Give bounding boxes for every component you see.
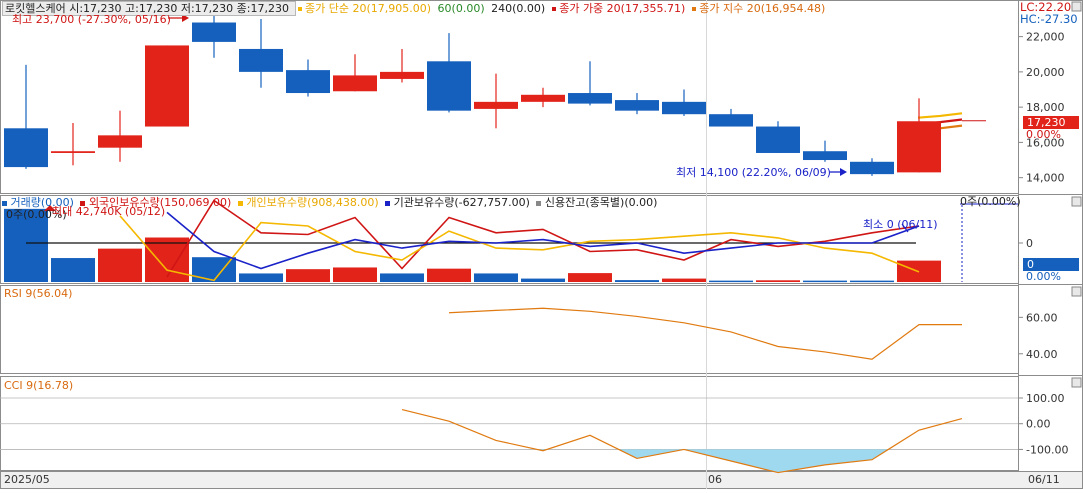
candle-body [286, 70, 330, 94]
volume-bar [662, 278, 706, 282]
hc-badge: HC:-27.30 [1020, 12, 1078, 26]
stock-chart-window: 22,000 20,000 18,000 16,000 14,000 0 60.00 40.0… [0, 0, 1083, 489]
volume-bar [380, 273, 424, 282]
volume-bar [474, 273, 518, 282]
volume-bar [756, 280, 800, 282]
cci-tick-label: 100.00 [1026, 392, 1065, 405]
cci-tick-label: -100.00 [1026, 443, 1068, 456]
candle-body [474, 101, 518, 109]
candle-body [897, 121, 941, 173]
institution-legend-icon [385, 200, 391, 206]
volume-bar [427, 268, 471, 282]
min-annotation: 최저 14,100 (22.20%, 06/09) [676, 166, 831, 179]
volume-bar [709, 280, 753, 283]
volume-bar [98, 248, 142, 282]
price-tick-label: 20,000 [1026, 66, 1065, 79]
rsi-panel[interactable] [0, 285, 1019, 374]
volume-bar [521, 278, 565, 282]
candle-body [850, 161, 894, 175]
vol-min-annotation: 최소 0 (06/11) [863, 218, 938, 231]
candle-body [756, 126, 800, 153]
max-annotation: 최고 23,700 (-27.30%, 05/16) [12, 13, 171, 26]
price-tick-label: 18,000 [1026, 101, 1065, 114]
individual-legend-icon [237, 200, 243, 206]
current-price-pct: 0.00% [1026, 128, 1061, 141]
credit-legend-icon [536, 200, 542, 206]
price-tick-label: 14,000 [1026, 172, 1065, 185]
volume-bar [333, 267, 377, 282]
ema-legend: 종가 지수 20(16,954.48) [699, 2, 826, 15]
cci-label: CCI 9(16.78) [4, 379, 74, 392]
vol-current-pct: 0.00% [1026, 270, 1061, 283]
vol-scroll-button[interactable] [1071, 196, 1082, 207]
candle-body [662, 101, 706, 115]
volume-bar [803, 280, 847, 283]
legend-individual: 개인보유수량(908,438.00) [246, 196, 379, 209]
wma-legend: 종가 가중 20(17,355.71) [559, 2, 686, 15]
legend-institution: 기관보유수량(-627,757.00) [393, 196, 530, 209]
candle-body [380, 71, 424, 79]
volume-bar [145, 237, 189, 282]
vol-max-annotation: 최대 42,740K (05/12) [52, 205, 166, 218]
candle-body [615, 100, 659, 111]
volume-bar [286, 269, 330, 282]
price-tick-label: 22,000 [1026, 31, 1065, 44]
volume-bar [850, 280, 894, 283]
rsi-tick-label: 40.00 [1026, 348, 1058, 361]
wma-legend-icon [551, 7, 556, 11]
candle-body [51, 151, 95, 153]
chart-canvas: 22,00020,00018,00016,00014,000060.0040.0… [0, 0, 1083, 489]
volume-legend-icon [2, 200, 7, 206]
sma-legend: 종가 단순 20(17,905.00) [305, 2, 432, 15]
candle-body [427, 61, 471, 111]
legend-credit: 신용잔고(종목별)(0.00) [544, 196, 658, 209]
candle-body [521, 94, 565, 102]
volume-bar [615, 280, 659, 282]
vol-right-label: 0주(0.00%) [960, 195, 1021, 208]
ema-legend-icon [691, 7, 696, 11]
cci-scroll-button[interactable] [1071, 377, 1082, 388]
candle-body [192, 22, 236, 42]
rsi-label: RSI 9(56.04) [4, 287, 73, 300]
candle-body [239, 48, 283, 72]
candle-body [4, 128, 48, 168]
date-left: 2025/05 [4, 473, 50, 486]
date-mid: 06 [708, 473, 722, 486]
date-axis [0, 471, 1083, 489]
candle-body [568, 93, 612, 104]
volume-bar [568, 273, 612, 282]
candle-body [333, 75, 377, 92]
vol-tick-label: 0 [1026, 237, 1033, 250]
volume-bar [51, 258, 95, 282]
volume-bar [239, 273, 283, 282]
date-right: 06/11 [1028, 473, 1060, 486]
rsi-scroll-button[interactable] [1071, 286, 1082, 297]
ma240-legend: 240(0.00) [491, 2, 546, 15]
price-scroll-button[interactable] [1071, 1, 1082, 12]
rsi-tick-label: 60.00 [1026, 311, 1058, 324]
candle-body [803, 151, 847, 161]
ma60-legend: 60(0.00) [437, 2, 485, 15]
sma-legend-icon [297, 7, 302, 11]
candle-body [145, 45, 189, 127]
candle-body [98, 135, 142, 148]
cci-tick-label: 0.00 [1026, 418, 1051, 431]
candle-body [709, 114, 753, 127]
